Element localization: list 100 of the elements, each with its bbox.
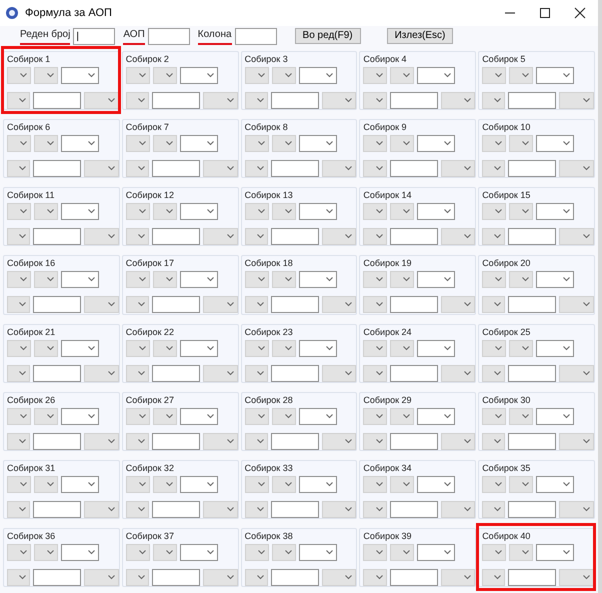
dropdown[interactable] bbox=[417, 203, 456, 220]
input-field[interactable] bbox=[508, 228, 556, 246]
input-field[interactable] bbox=[270, 160, 319, 178]
input-field[interactable] bbox=[508, 364, 556, 382]
input-field[interactable] bbox=[270, 228, 319, 246]
input-field[interactable] bbox=[508, 160, 556, 178]
input-field[interactable] bbox=[152, 296, 200, 314]
dropdown[interactable] bbox=[536, 544, 574, 561]
input-field[interactable] bbox=[390, 568, 438, 586]
dropdown[interactable] bbox=[180, 476, 218, 493]
toolbar-button[interactable]: Во ред(F9) bbox=[294, 28, 361, 44]
caret-icon bbox=[166, 346, 173, 350]
dropdown[interactable] bbox=[180, 203, 218, 220]
input-field[interactable] bbox=[33, 364, 82, 382]
dropdown[interactable] bbox=[180, 340, 218, 356]
input-field[interactable]: | bbox=[73, 28, 116, 44]
caret-icon bbox=[563, 414, 570, 419]
dropdown[interactable] bbox=[417, 271, 456, 288]
caret-icon bbox=[108, 506, 115, 512]
input-field[interactable] bbox=[390, 228, 438, 246]
close-icon[interactable] bbox=[574, 7, 586, 19]
dropdown[interactable] bbox=[536, 476, 574, 493]
input-field[interactable] bbox=[270, 296, 319, 314]
dropdown[interactable] bbox=[536, 67, 574, 84]
dropdown[interactable] bbox=[61, 408, 99, 425]
input-field[interactable] bbox=[390, 160, 438, 178]
dropdown[interactable] bbox=[298, 544, 337, 561]
dropdown[interactable] bbox=[61, 203, 99, 220]
dropdown[interactable] bbox=[298, 203, 337, 220]
input-field[interactable] bbox=[33, 228, 82, 246]
input-field[interactable] bbox=[33, 432, 82, 450]
caret-icon bbox=[88, 277, 95, 282]
caret-icon bbox=[495, 209, 502, 214]
toolbar-button[interactable]: Излез(Esc) bbox=[386, 28, 454, 44]
input-field[interactable] bbox=[152, 568, 200, 586]
input-field[interactable] bbox=[270, 500, 319, 518]
caret-icon bbox=[258, 277, 265, 282]
dropdown[interactable] bbox=[61, 67, 99, 84]
dropdown[interactable] bbox=[61, 476, 99, 493]
input-field[interactable] bbox=[508, 296, 556, 314]
input-field[interactable] bbox=[390, 364, 438, 382]
dropdown[interactable] bbox=[61, 340, 99, 356]
dropdown[interactable] bbox=[180, 135, 218, 152]
input-field[interactable] bbox=[270, 364, 319, 382]
input-field[interactable] bbox=[152, 500, 200, 518]
input-field[interactable] bbox=[33, 296, 82, 314]
input-field[interactable] bbox=[508, 432, 556, 450]
dropdown[interactable] bbox=[417, 408, 456, 425]
dropdown[interactable] bbox=[536, 203, 574, 220]
input-field[interactable] bbox=[390, 500, 438, 518]
dropdown[interactable] bbox=[536, 340, 574, 356]
caret-icon bbox=[19, 98, 26, 103]
input-field[interactable] bbox=[33, 500, 82, 518]
dropdown[interactable] bbox=[417, 67, 456, 84]
maximize-icon[interactable] bbox=[539, 7, 551, 19]
input-field[interactable] bbox=[508, 568, 556, 586]
dropdown[interactable] bbox=[298, 271, 337, 288]
dropdown[interactable] bbox=[298, 476, 337, 493]
input-field[interactable] bbox=[148, 28, 190, 44]
dropdown[interactable] bbox=[417, 476, 456, 493]
dropdown[interactable] bbox=[61, 135, 99, 152]
dropdown[interactable] bbox=[417, 340, 456, 356]
input-field[interactable] bbox=[33, 568, 82, 586]
caret-icon bbox=[88, 73, 95, 78]
input-field[interactable] bbox=[508, 500, 556, 518]
dropdown[interactable] bbox=[180, 67, 218, 84]
dropdown[interactable] bbox=[536, 271, 574, 288]
dropdown[interactable] bbox=[298, 135, 337, 152]
input-field[interactable] bbox=[390, 432, 438, 450]
dropdown[interactable] bbox=[298, 340, 337, 356]
input-field[interactable] bbox=[270, 92, 319, 109]
input-field[interactable] bbox=[33, 160, 82, 178]
input-field[interactable] bbox=[234, 28, 277, 44]
dropdown[interactable] bbox=[61, 544, 99, 561]
input-field[interactable] bbox=[33, 92, 82, 109]
input-field[interactable] bbox=[152, 92, 200, 109]
dropdown[interactable] bbox=[298, 67, 337, 84]
input-field[interactable] bbox=[508, 92, 556, 109]
dropdown[interactable] bbox=[180, 271, 218, 288]
dropdown[interactable] bbox=[417, 135, 456, 152]
caret-icon bbox=[444, 209, 452, 214]
caret-icon bbox=[495, 346, 502, 350]
caret-icon bbox=[345, 98, 352, 103]
input-field[interactable] bbox=[152, 228, 200, 246]
input-field[interactable] bbox=[152, 432, 200, 450]
dropdown[interactable] bbox=[61, 271, 99, 288]
caret-icon bbox=[444, 277, 452, 282]
input-field[interactable] bbox=[270, 568, 319, 586]
dropdown[interactable] bbox=[298, 408, 337, 425]
dropdown[interactable] bbox=[417, 544, 456, 561]
dropdown[interactable] bbox=[180, 544, 218, 561]
input-field[interactable] bbox=[152, 160, 200, 178]
input-field[interactable] bbox=[390, 296, 438, 314]
dropdown[interactable] bbox=[180, 408, 218, 425]
input-field[interactable] bbox=[270, 432, 319, 450]
input-field[interactable] bbox=[152, 364, 200, 382]
input-field[interactable] bbox=[390, 92, 438, 109]
group-label: Собирок 29 bbox=[363, 394, 412, 405]
dropdown[interactable] bbox=[536, 408, 574, 425]
dropdown[interactable] bbox=[536, 135, 574, 152]
